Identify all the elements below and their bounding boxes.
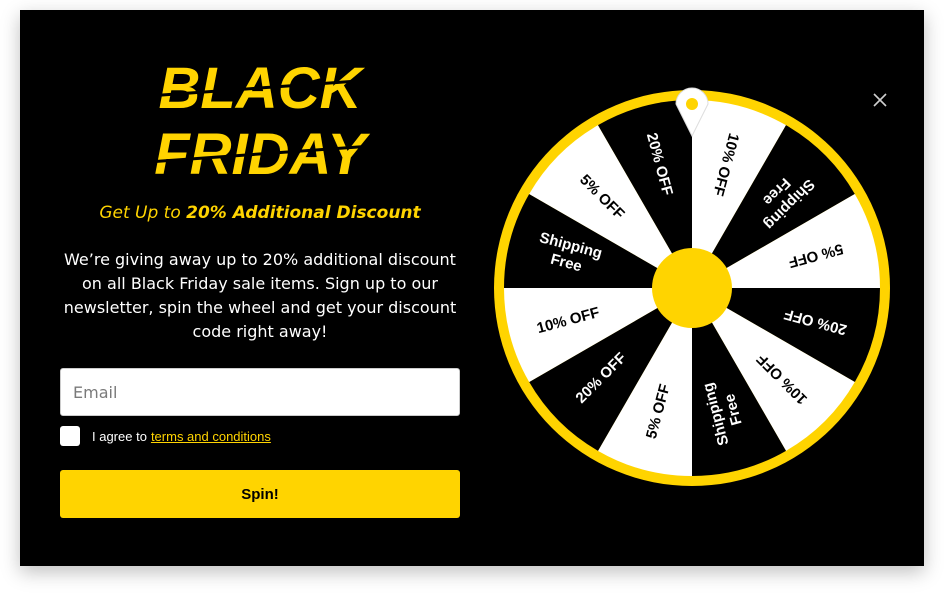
subtitle-highlight: 20% Additional Discount xyxy=(186,203,421,223)
agree-row: I agree to terms and conditions xyxy=(60,426,271,446)
subtitle: Get Up to 20% Additional Discount xyxy=(60,203,460,223)
description-text: We’re giving away up to 20% additional d… xyxy=(63,250,457,341)
email-input[interactable] xyxy=(60,368,460,416)
subtitle-prefix: Get Up to xyxy=(99,203,181,223)
wheel-hub xyxy=(652,248,732,328)
prize-wheel: 10% OFF Free Shipping 5% OFF 20% OFF 10% OFF F… xyxy=(490,76,894,496)
agree-label: I agree to xyxy=(92,428,147,444)
spin-button[interactable]: Spin! xyxy=(60,470,460,518)
spin-wheel-popup: BLACK FRIDAY Get Up to 20% Additional Di… xyxy=(20,10,924,566)
agree-checkbox[interactable] xyxy=(60,426,80,446)
black-friday-logo: BLACK FRIDAY xyxy=(140,56,380,186)
terms-link[interactable]: terms and conditions xyxy=(151,429,271,444)
